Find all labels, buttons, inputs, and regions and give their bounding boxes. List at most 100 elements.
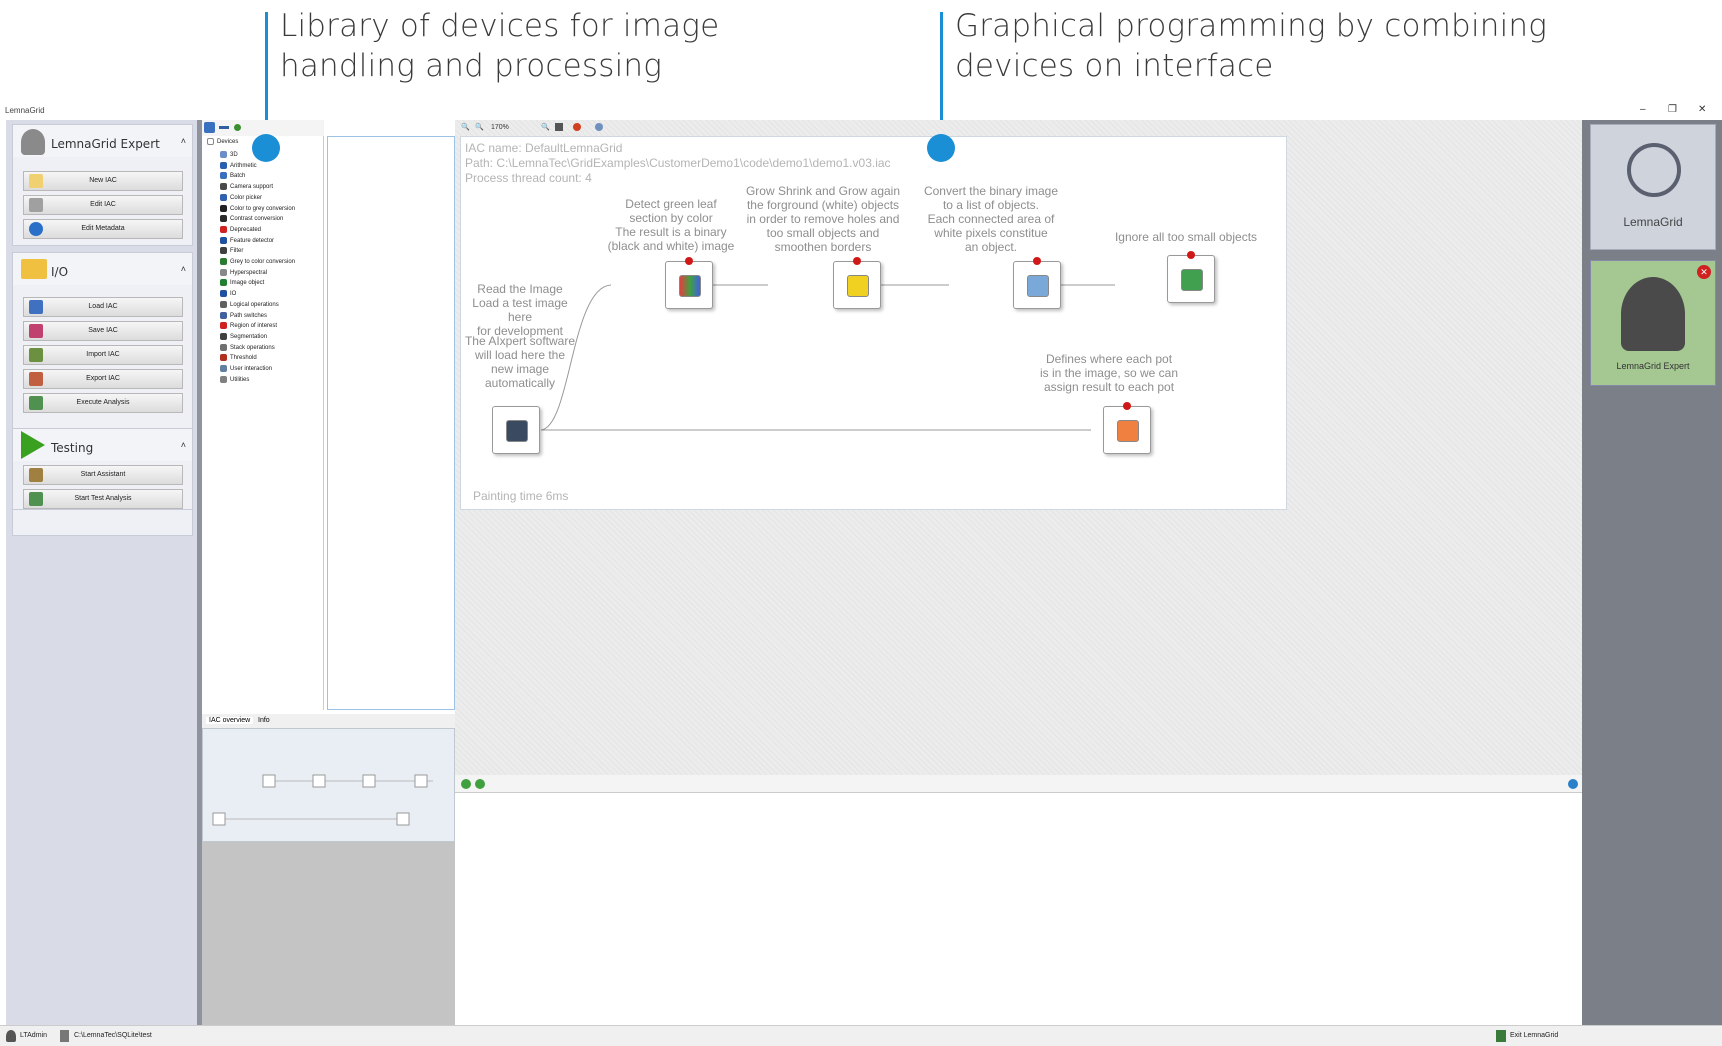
- tree-item[interactable]: Utilities: [220, 375, 249, 385]
- iac-canvas[interactable]: IAC name: DefaultLemnaGrid Path: C:\Lemn…: [460, 136, 1287, 510]
- tree-item[interactable]: 3D: [220, 151, 238, 160]
- node-image-source[interactable]: [492, 406, 540, 454]
- edit-metadata-button[interactable]: Edit Metadata: [23, 219, 183, 239]
- new-iac-button[interactable]: New IAC: [23, 171, 183, 191]
- close-button[interactable]: ✕: [1698, 104, 1706, 115]
- graphical-callout-dot: [927, 134, 955, 162]
- import-iac-button[interactable]: Import IAC: [23, 345, 183, 365]
- io-group-header[interactable]: I/O ˄: [13, 253, 192, 285]
- right-panel: [1582, 120, 1722, 1025]
- grid-toggle-icon[interactable]: [555, 123, 563, 131]
- lemnagrid-expert-tile[interactable]: ✕ LemnaGrid Expert: [1590, 260, 1716, 386]
- zoom-out-icon[interactable]: 🔍: [475, 123, 484, 131]
- brush-icon[interactable]: [204, 122, 215, 133]
- node-pin[interactable]: [1033, 257, 1041, 265]
- device-category-icon: [220, 193, 227, 201]
- node-size-filter[interactable]: [1167, 251, 1215, 303]
- note-line: in order to remove holes and: [746, 212, 900, 226]
- tree-item[interactable]: Logical operations: [220, 300, 279, 310]
- zoom-level[interactable]: 170%: [491, 124, 509, 131]
- edit-iac-button[interactable]: Edit IAC: [23, 195, 183, 215]
- collapse-icon[interactable]: ˄: [181, 264, 186, 274]
- expert-group-header[interactable]: LemnaGrid Expert ˄: [13, 125, 192, 157]
- tree-item[interactable]: Grey to color conversion: [220, 258, 295, 267]
- tree-item[interactable]: Region of interest: [220, 322, 277, 331]
- collapse-icon[interactable]: ˄: [181, 136, 186, 146]
- exit-icon: [1496, 1030, 1506, 1042]
- tree-item[interactable]: Stack operations: [220, 343, 275, 353]
- load-iac-label: Load IAC: [88, 303, 118, 310]
- tree-item[interactable]: User interaction: [220, 365, 272, 374]
- tree-root[interactable]: Devices: [207, 138, 238, 147]
- save-iac-button[interactable]: Save IAC: [23, 321, 183, 341]
- leaf-icon[interactable]: [234, 124, 241, 131]
- color-icon[interactable]: [573, 123, 581, 131]
- tab-iac-overview[interactable]: IAC overview: [206, 717, 254, 724]
- expand-icon[interactable]: [207, 138, 214, 145]
- lemnagrid-logo-tile[interactable]: LemnaGrid: [1590, 124, 1716, 250]
- tree-item[interactable]: Batch: [220, 172, 245, 181]
- execute-analysis-button[interactable]: Execute Analysis: [23, 393, 183, 413]
- tree-item[interactable]: Image object: [220, 279, 264, 288]
- device-category-icon: [220, 300, 227, 308]
- node-pin[interactable]: [685, 257, 693, 265]
- prev-icon[interactable]: [461, 779, 471, 789]
- library-callout-text: Library of devices for image handling an…: [280, 6, 719, 86]
- next-icon[interactable]: [475, 779, 485, 789]
- tree-item[interactable]: Contrast conversion: [220, 215, 283, 224]
- fit-icon[interactable]: 🔍: [541, 123, 550, 131]
- note-grow-shrink: Grow Shrink and Grow again the forground…: [743, 184, 903, 254]
- node-pot-regions[interactable]: [1103, 402, 1151, 454]
- tree-item[interactable]: Arithmetic: [220, 161, 257, 171]
- scroll-icon[interactable]: [1568, 779, 1578, 789]
- tree-item[interactable]: Threshold: [220, 354, 257, 363]
- node-grow-shrink[interactable]: [833, 257, 881, 309]
- tree-item-label: Arithmetic: [230, 162, 257, 169]
- note-line: section by color: [629, 211, 713, 225]
- collapse-icon[interactable]: ˄: [181, 440, 186, 450]
- node-pin[interactable]: [853, 257, 861, 265]
- exit-button[interactable]: Exit LemnaGrid: [1510, 1032, 1558, 1039]
- iac-overview-thumbnail[interactable]: [202, 728, 455, 842]
- start-test-analysis-button[interactable]: Start Test Analysis: [23, 489, 183, 509]
- zoom-in-icon[interactable]: 🔍: [461, 123, 470, 131]
- expert-avatar-icon: [1621, 277, 1685, 351]
- node-pin[interactable]: [1123, 402, 1131, 410]
- note-line: the forground (white) objects: [746, 198, 900, 212]
- restore-button[interactable]: ❐: [1668, 104, 1677, 115]
- start-assistant-button[interactable]: Start Assistant: [23, 465, 183, 485]
- status-bar: LTAdmin C:\LemnaTec\SQLite\test Exit Lem…: [0, 1025, 1722, 1046]
- tree-item-label: Region of interest: [230, 323, 278, 330]
- node-pin[interactable]: [1187, 251, 1195, 259]
- device-category-icon: [220, 247, 227, 255]
- tree-item[interactable]: Feature detector: [220, 236, 274, 246]
- settings-icon[interactable]: [595, 123, 603, 131]
- start-test-analysis-label: Start Test Analysis: [74, 495, 132, 502]
- grid-regions-icon: [1117, 420, 1139, 442]
- tree-item-label: 3D: [230, 152, 238, 159]
- close-tile-icon[interactable]: ✕: [1697, 265, 1711, 279]
- tab-info[interactable]: Info: [258, 717, 270, 724]
- node-color-detector[interactable]: [665, 257, 713, 309]
- node-binary-to-objects[interactable]: [1013, 257, 1061, 309]
- tree-item[interactable]: IO: [220, 290, 236, 299]
- minus-icon[interactable]: [219, 126, 229, 129]
- tree-item[interactable]: Camera support: [220, 183, 273, 192]
- testing-group-header[interactable]: Testing ˄: [13, 429, 192, 461]
- tree-item[interactable]: Filter: [220, 247, 243, 256]
- tree-item-label: Color to grey conversion: [230, 205, 296, 212]
- device-category-icon: [220, 354, 227, 362]
- tree-item[interactable]: Deprecated: [220, 225, 261, 235]
- load-iac-button[interactable]: Load IAC: [23, 297, 183, 317]
- tree-item[interactable]: Color picker: [220, 193, 262, 203]
- tree-item[interactable]: Hyperspectral: [220, 268, 267, 278]
- note-line: Load a test image here: [472, 296, 568, 324]
- minimize-button[interactable]: –: [1640, 104, 1646, 115]
- export-iac-button[interactable]: Export IAC: [23, 369, 183, 389]
- folder-icon: [21, 259, 47, 279]
- tree-item[interactable]: Color to grey conversion: [220, 204, 296, 214]
- note-line: white pixels constitue: [934, 226, 1048, 240]
- tree-item[interactable]: Path switches: [220, 311, 267, 321]
- device-category-icon: [220, 332, 227, 340]
- tree-item[interactable]: Segmentation: [220, 332, 267, 342]
